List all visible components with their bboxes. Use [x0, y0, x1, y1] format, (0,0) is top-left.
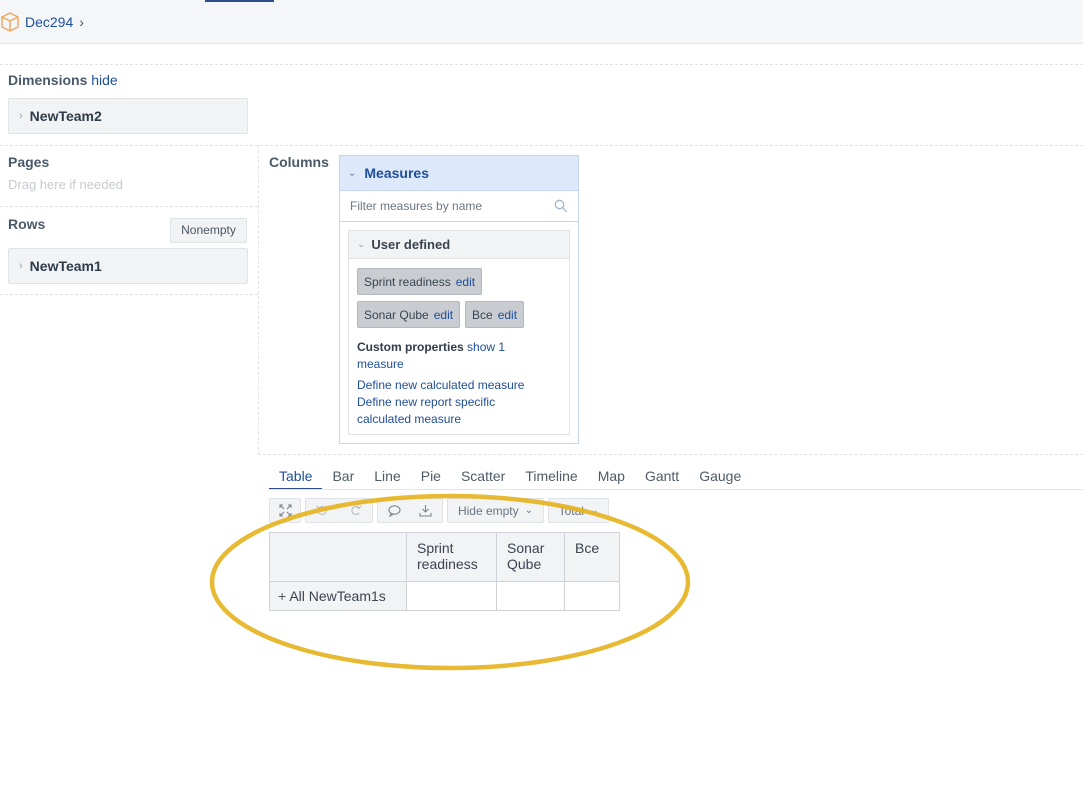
table-cell — [406, 581, 497, 611]
tab-line[interactable]: Line — [364, 462, 410, 490]
tab-timeline[interactable]: Timeline — [515, 462, 587, 490]
dimension-item-newteam2[interactable]: › NewTeam2 — [8, 98, 248, 134]
divider — [0, 64, 1083, 65]
measure-chip-label: Sprint readiness — [364, 274, 451, 289]
table-corner-cell — [269, 532, 407, 582]
table-row: + All NewTeam1s — [269, 581, 620, 611]
divider — [0, 145, 1083, 146]
visualization-tabs: Table Bar Line Pie Scatter Timeline Map … — [269, 462, 751, 490]
column-header[interactable]: Sprint readiness — [406, 532, 497, 582]
dimensions-header: Dimensions hide — [8, 72, 118, 88]
measure-chip-label: Sonar Qube — [364, 307, 429, 322]
tab-pie[interactable]: Pie — [411, 462, 451, 490]
pages-drop-hint: Drag here if needed — [8, 177, 123, 192]
chevron-down-icon: ⌄ — [524, 505, 534, 516]
table-header-row: Sprint readiness Sonar Qube Bce — [269, 532, 620, 582]
user-defined-group: ⌄ User defined Sprint readiness edit Son… — [348, 230, 570, 435]
tab-gantt[interactable]: Gantt — [635, 462, 689, 490]
measure-chip-sonar-qube[interactable]: Sonar Qube edit — [357, 301, 461, 328]
row-header-cell[interactable]: + All NewTeam1s — [269, 581, 407, 611]
edit-measure-link[interactable]: edit — [498, 308, 517, 322]
define-calculated-measure-link[interactable]: Define new calculated measure — [357, 377, 547, 394]
chevron-right-icon: › — [79, 14, 84, 30]
top-bar: Dec294 › — [0, 0, 1083, 44]
undo-redo-group — [305, 498, 373, 523]
hide-empty-dropdown[interactable]: Hide empty ⌄ — [447, 498, 544, 523]
nonempty-button[interactable]: Nonempty — [170, 218, 247, 243]
cube-icon — [1, 12, 19, 32]
column-header[interactable]: Bce — [564, 532, 620, 582]
chevron-right-icon: › — [19, 110, 23, 122]
chevron-down-icon: ⌄ — [348, 167, 357, 179]
dimension-item-label: NewTeam2 — [29, 108, 102, 124]
divider — [258, 454, 1083, 455]
breadcrumb[interactable]: Dec294 › — [0, 12, 84, 32]
breadcrumb-label[interactable]: Dec294 — [25, 14, 73, 30]
hide-dimensions-link[interactable]: hide — [91, 72, 117, 88]
tab-gauge[interactable]: Gauge — [689, 462, 751, 490]
custom-properties: Custom properties show 1 measure — [357, 339, 547, 373]
table-cell — [496, 581, 565, 611]
user-defined-title: User defined — [371, 237, 451, 252]
comment-icon[interactable] — [388, 504, 401, 517]
measure-chip-sprint-readiness[interactable]: Sprint readiness edit — [357, 268, 483, 295]
active-tab-indicator — [205, 0, 274, 2]
pages-label: Pages — [8, 154, 50, 170]
expand-icon[interactable]: + — [278, 588, 286, 604]
hide-empty-label: Hide empty — [457, 503, 519, 518]
divider — [0, 294, 258, 295]
total-label: Total — [558, 503, 584, 518]
tab-map[interactable]: Map — [588, 462, 635, 490]
edit-measure-link[interactable]: edit — [456, 275, 475, 289]
row-item-newteam1[interactable]: › NewTeam1 — [8, 248, 248, 284]
table-cell — [564, 581, 620, 611]
edit-measure-link[interactable]: edit — [434, 308, 453, 322]
rows-label: Rows — [8, 216, 46, 232]
divider — [258, 145, 259, 455]
result-table: Sprint readiness Sonar Qube Bce + All Ne… — [269, 532, 620, 611]
define-report-measure-link[interactable]: Define new report specific calculated me… — [357, 394, 527, 428]
undo-icon[interactable] — [316, 504, 329, 517]
measure-chip-bce[interactable]: Bce edit — [465, 301, 525, 328]
user-defined-header[interactable]: ⌄ User defined — [349, 231, 569, 259]
custom-properties-label: Custom properties — [357, 340, 464, 354]
export-icon[interactable] — [419, 504, 432, 517]
row-item-label: NewTeam1 — [29, 258, 102, 274]
measures-title: Measures — [364, 165, 429, 181]
fullscreen-button[interactable] — [269, 498, 301, 523]
search-icon[interactable] — [554, 199, 568, 213]
tabs-baseline — [269, 489, 1083, 490]
row-header-label: All NewTeam1s — [289, 588, 386, 604]
tab-table[interactable]: Table — [269, 462, 323, 490]
comment-export-group — [377, 498, 443, 523]
measures-panel: ⌄ Measures ⌄ User defined Sprint readine… — [339, 155, 579, 444]
chevron-down-icon: ⌄ — [357, 239, 366, 250]
measure-filter-input[interactable] — [348, 198, 548, 214]
measures-header[interactable]: ⌄ Measures — [340, 156, 578, 191]
total-dropdown[interactable]: Total ⌄ — [548, 498, 609, 523]
columns-label: Columns — [269, 154, 329, 170]
column-header[interactable]: Sonar Qube — [496, 532, 565, 582]
tab-scatter[interactable]: Scatter — [451, 462, 515, 490]
chevron-down-icon: ⌄ — [589, 505, 599, 516]
dimensions-label: Dimensions — [8, 72, 88, 88]
tab-bar[interactable]: Bar — [322, 462, 364, 490]
divider — [0, 206, 258, 207]
redo-icon[interactable] — [349, 504, 362, 517]
fullscreen-icon — [278, 504, 292, 517]
measure-chip-label: Bce — [472, 307, 493, 322]
chevron-right-icon: › — [19, 260, 23, 272]
measure-filter — [340, 191, 578, 222]
